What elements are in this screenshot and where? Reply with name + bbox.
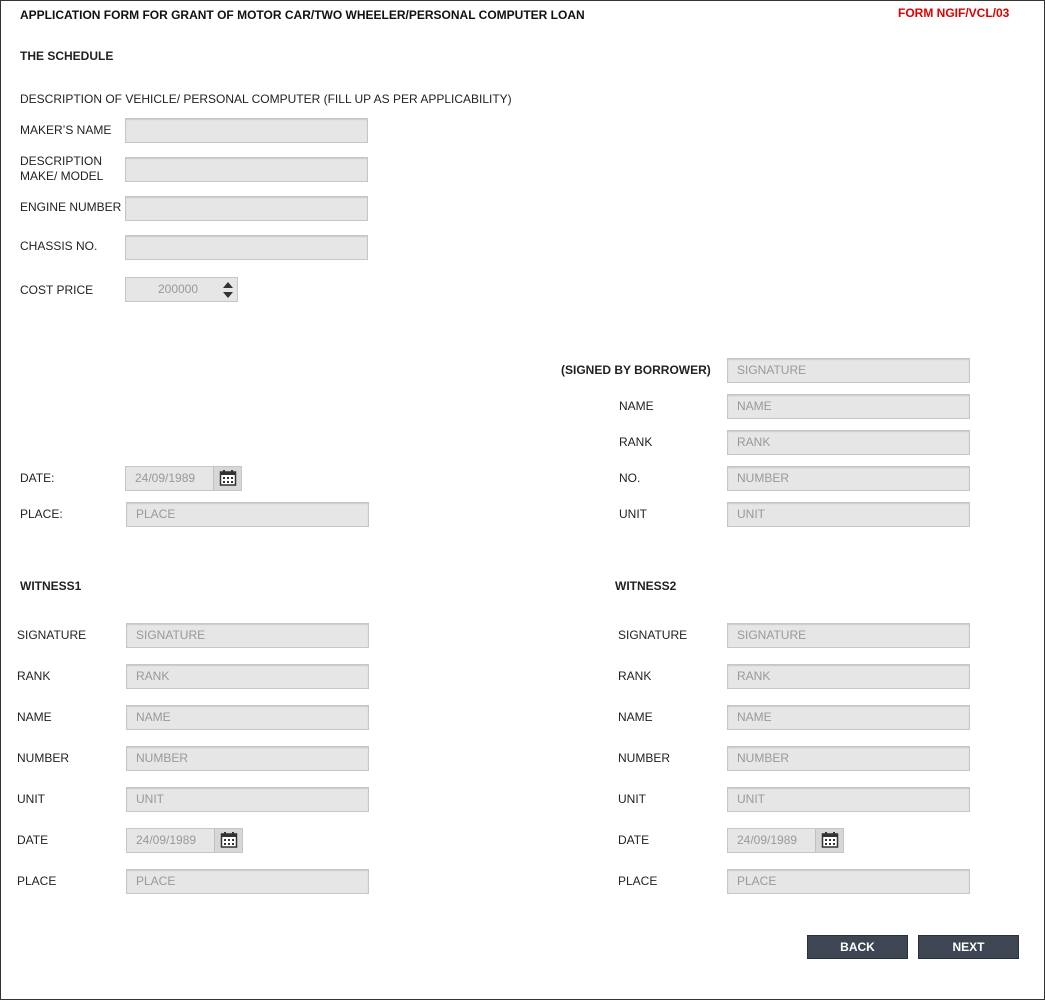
witness2-number-input[interactable]: NUMBER [727,746,970,771]
borrower-name-input[interactable]: NAME [727,394,970,419]
witness2-signature-label: SIGNATURE [618,628,688,642]
maker-name-input[interactable] [125,118,368,143]
schedule-heading: THE SCHEDULE [20,49,114,63]
witness2-unit-input[interactable]: UNIT [727,787,970,812]
witness1-rank-label: RANK [17,669,51,683]
witness1-place-input[interactable]: PLACE [126,869,369,894]
witness2-unit-label: UNIT [618,792,646,806]
spinner-up-icon[interactable] [223,282,233,288]
witness1-signature-input[interactable]: SIGNATURE [126,623,369,648]
witness2-rank-label: RANK [618,669,652,683]
borrower-date-picker[interactable]: 24/09/1989 [125,466,242,491]
engine-number-label: ENGINE NUMBER [20,200,122,214]
next-button[interactable]: NEXT [918,935,1019,959]
description-label-line1: DESCRIPTION [20,154,103,168]
witness1-date-value: 24/09/1989 [136,833,197,847]
description-model-label: DESCRIPTION MAKE/ MODEL [20,154,103,184]
cost-price-stepper[interactable]: 200000 [125,277,238,302]
cost-price-label: COST PRICE [20,283,94,297]
signed-by-borrower-label: (SIGNED BY BORROWER) [561,363,711,377]
schedule-description: DESCRIPTION OF VEHICLE/ PERSONAL COMPUTE… [20,92,512,106]
engine-number-input[interactable] [125,196,368,221]
spinner-arrows-icon[interactable] [222,281,234,299]
borrower-place-input[interactable]: PLACE [126,502,369,527]
witness1-signature-label: SIGNATURE [17,628,87,642]
borrower-number-input[interactable]: NUMBER [727,466,970,491]
witness1-date-label: DATE [17,833,49,847]
calendar-icon[interactable] [815,829,843,852]
borrower-no-label: NO. [619,471,641,485]
maker-name-label: MAKER’S NAME [20,123,112,137]
form-code: FORM NGIF/VCL/03 [898,6,1010,20]
witness2-place-input[interactable]: PLACE [727,869,970,894]
witness2-name-input[interactable]: NAME [727,705,970,730]
borrower-unit-label: UNIT [619,507,647,521]
witness1-unit-input[interactable]: UNIT [126,787,369,812]
chassis-no-label: CHASSIS NO. [20,239,98,253]
application-form-page: APPLICATION FORM FOR GRANT OF MOTOR CAR/… [0,0,1045,1000]
witness2-name-label: NAME [618,710,653,724]
witness1-heading: WITNESS1 [20,579,82,593]
cost-price-value: 200000 [157,282,199,296]
witness1-place-label: PLACE [17,874,57,888]
borrower-rank-label: RANK [619,435,653,449]
borrower-date-value: 24/09/1989 [135,471,196,485]
witness2-number-label: NUMBER [618,751,671,765]
borrower-name-label: NAME [619,399,654,413]
witness2-date-label: DATE [618,833,650,847]
witness1-name-label: NAME [17,710,52,724]
spinner-down-icon[interactable] [223,292,233,298]
calendar-icon[interactable] [213,467,241,490]
description-label-line2: MAKE/ MODEL [20,169,104,183]
witness1-rank-input[interactable]: RANK [126,664,369,689]
witness1-number-label: NUMBER [17,751,70,765]
borrower-place-label: PLACE: [20,507,63,521]
page-title: APPLICATION FORM FOR GRANT OF MOTOR CAR/… [20,8,585,22]
witness2-date-picker[interactable]: 24/09/1989 [727,828,844,853]
witness2-heading: WITNESS2 [615,579,677,593]
chassis-no-input[interactable] [125,235,368,260]
witness1-name-input[interactable]: NAME [126,705,369,730]
borrower-signature-input[interactable]: SIGNATURE [727,358,970,383]
back-button[interactable]: BACK [807,935,908,959]
witness2-date-value: 24/09/1989 [737,833,798,847]
witness1-number-input[interactable]: NUMBER [126,746,369,771]
borrower-date-label: DATE: [20,471,55,485]
witness2-rank-input[interactable]: RANK [727,664,970,689]
borrower-unit-input[interactable]: UNIT [727,502,970,527]
calendar-icon[interactable] [214,829,242,852]
borrower-rank-input[interactable]: RANK [727,430,970,455]
description-model-input[interactable] [125,157,368,182]
witness1-unit-label: UNIT [17,792,45,806]
witness1-date-picker[interactable]: 24/09/1989 [126,828,243,853]
witness2-signature-input[interactable]: SIGNATURE [727,623,970,648]
witness2-place-label: PLACE [618,874,658,888]
